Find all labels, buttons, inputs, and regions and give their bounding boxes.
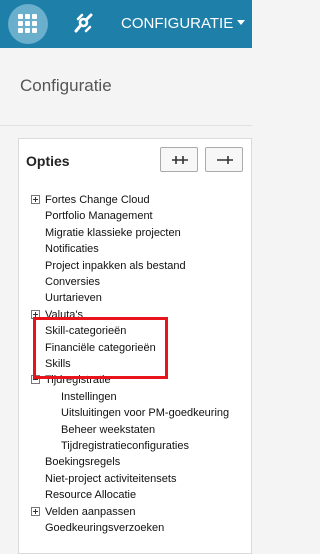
chevron-down-icon <box>237 20 246 25</box>
tree-item-label: Fortes Change Cloud <box>45 194 150 206</box>
tree-item[interactable]: Instellingen <box>61 389 117 405</box>
tree-item[interactable]: Project inpakken als bestand <box>45 258 186 274</box>
collapse-all-button[interactable] <box>205 147 243 172</box>
tree-item-label: Migratie klassieke projecten <box>45 227 181 239</box>
page-header: Configuratie <box>0 48 252 126</box>
expand-node-icon[interactable] <box>31 310 40 319</box>
tree-item[interactable]: Portfolio Management <box>45 208 153 224</box>
expand-node-icon[interactable] <box>31 195 40 204</box>
tree-item-label: Uitsluitingen voor PM-goedkeuring <box>61 407 230 419</box>
tree-item[interactable]: Tijdregistratieconfiguraties <box>61 438 189 454</box>
collapse-node-icon[interactable] <box>31 375 40 384</box>
tree-item[interactable]: Migratie klassieke projecten <box>45 225 181 241</box>
tree-item-label: Skills <box>45 358 71 370</box>
collapse-all-icon <box>217 156 233 164</box>
tree-item[interactable]: Goedkeuringsverzoeken <box>45 520 164 536</box>
tree-item-label: Niet-project activiteitensets <box>45 473 177 485</box>
configuratie-menu-dropdown[interactable]: CONFIGURATIE <box>121 15 246 33</box>
tree-item-label: Velden aanpassen <box>45 506 136 518</box>
tree-item[interactable]: Conversies <box>45 274 100 290</box>
tree-item-label: Instellingen <box>61 391 117 403</box>
panel-title: Opties <box>26 153 70 169</box>
configuratie-menu-label: CONFIGURATIE <box>121 15 234 32</box>
tree-item-label: Conversies <box>45 276 101 288</box>
grid-menu-button[interactable] <box>8 4 48 44</box>
tree-item[interactable]: Niet-project activiteitensets <box>45 471 176 487</box>
tree-item-label: Resource Allocatie <box>45 489 137 501</box>
tree-item-label: Beheer weekstaten <box>61 424 156 436</box>
tree-item[interactable]: Resource Allocatie <box>45 487 136 503</box>
tree-item[interactable]: Valuta's <box>45 307 83 323</box>
tree-item[interactable]: Boekingsregels <box>45 454 120 470</box>
tree-item-label: Boekingsregels <box>45 456 121 468</box>
tree-item[interactable]: Notificaties <box>45 241 99 257</box>
tree-item-label: Valuta's <box>45 309 83 321</box>
tree-item-label: Uurtarieven <box>45 292 102 304</box>
tree-item[interactable]: Velden aanpassen <box>45 504 136 520</box>
tree-item[interactable]: Uitsluitingen voor PM-goedkeuring <box>61 405 229 421</box>
top-bar: CONFIGURATIE <box>0 0 252 48</box>
tree-item-label: Goedkeuringsverzoeken <box>45 522 165 534</box>
tree-item[interactable]: Beheer weekstaten <box>61 422 155 438</box>
tree-item[interactable]: Skills <box>45 356 71 372</box>
page-title: Configuratie <box>20 76 112 95</box>
logo-icon[interactable] <box>70 11 98 37</box>
tree-item-label: Financiële categorieën <box>45 342 156 354</box>
tree-item[interactable]: Fortes Change Cloud <box>45 192 150 208</box>
tree-item[interactable]: Uurtarieven <box>45 290 102 306</box>
tree-item-label: Tijdregistratieconfiguraties <box>61 440 189 452</box>
expand-all-icon <box>172 156 188 164</box>
tree-item[interactable]: Financiële categorieën <box>45 340 156 356</box>
tree-item[interactable]: Skill-categorieën <box>45 323 126 339</box>
tree-item-label: Notificaties <box>45 243 99 255</box>
tree-item-label: Skill-categorieën <box>45 325 127 337</box>
options-panel: Opties Fortes Change Cloud Portfolio Mana… <box>18 138 252 554</box>
expand-all-button[interactable] <box>160 147 198 172</box>
tree-item-label: Tijdregistratie <box>45 374 111 386</box>
tree-item-label: Portfolio Management <box>45 210 153 222</box>
expand-node-icon[interactable] <box>31 507 40 516</box>
tree-item[interactable]: Tijdregistratie <box>45 372 111 388</box>
tree-item-label: Project inpakken als bestand <box>45 260 186 272</box>
